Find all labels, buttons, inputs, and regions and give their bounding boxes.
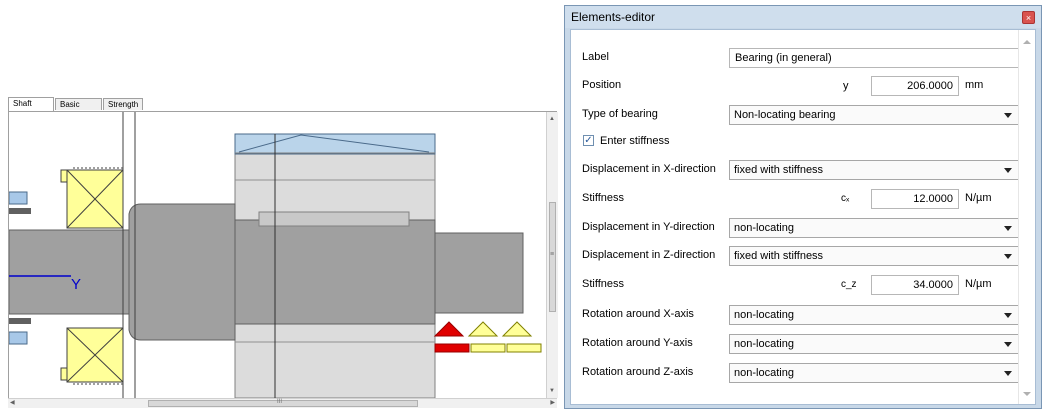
left-stub-dark (9, 208, 31, 214)
stiffness-z-symbol: c_z (841, 279, 857, 290)
disp-x-label: Displacement in X-direction (582, 163, 716, 175)
stiffness-z-row: Stiffness c_z 34.0000 N/µm (571, 273, 1019, 297)
chevron-down-icon (1004, 113, 1012, 118)
shaft-right-section (434, 232, 524, 314)
position-label: Position (582, 79, 622, 91)
rot-y-select[interactable]: non-locating (729, 334, 1019, 354)
shaft-left-section (9, 229, 130, 315)
position-unit: mm (965, 79, 984, 91)
rot-y-label: Rotation around Y-axis (582, 337, 693, 349)
scroll-down-arrow-icon[interactable] (1023, 392, 1031, 396)
rot-y-value: non-locating (734, 338, 794, 350)
disp-z-label: Displacement in Z-direction (582, 249, 716, 261)
stiffness-x-symbol: cₓ (841, 193, 850, 204)
rot-x-select[interactable]: non-locating (729, 305, 1019, 325)
shaft-editor-panel: Shaft editor Basic data Strength (8, 97, 558, 408)
rot-x-label: Rotation around X-axis (582, 308, 694, 320)
rot-z-value: non-locating (734, 367, 794, 379)
keyway (258, 211, 410, 227)
shaft-drawing (9, 112, 542, 398)
shaft-canvas[interactable]: Y (8, 112, 548, 399)
stiffness-z-unit: N/µm (965, 278, 992, 290)
position-row: Position y 206.0000 mm (571, 74, 1019, 98)
disp-z-select[interactable]: fixed with stiffness (729, 246, 1019, 266)
rot-z-label: Rotation around Z-axis (582, 366, 694, 378)
disp-x-value: fixed with stiffness (734, 164, 824, 176)
dialog-body: Label Bearing (in general) Position y 20… (570, 29, 1036, 405)
vertical-scroll-thumb[interactable]: ≡ (549, 202, 556, 312)
label-input[interactable]: Bearing (in general) (729, 48, 1019, 68)
bearing-bottom (60, 327, 124, 385)
scroll-up-arrow-icon[interactable] (1023, 40, 1031, 44)
stiffness-z-label: Stiffness (582, 278, 624, 290)
scroll-down-arrow-icon[interactable]: ▼ (549, 387, 555, 395)
chevron-down-icon (1004, 313, 1012, 318)
scroll-left-arrow-icon[interactable]: ◀ (10, 399, 15, 407)
type-of-bearing-select[interactable]: Non-locating bearing (729, 105, 1019, 125)
disp-y-row: Displacement in Y-direction non-locating (571, 216, 1019, 240)
enter-stiffness-checkbox[interactable]: ✓ (583, 135, 594, 146)
rot-x-value: non-locating (734, 309, 794, 321)
position-symbol: y (843, 80, 849, 92)
hub-top-band (234, 133, 436, 155)
rot-y-row: Rotation around Y-axis non-locating (571, 332, 1019, 356)
scroll-right-arrow-icon[interactable]: ▶ (550, 399, 555, 407)
hscroll-grip-icon: III (277, 399, 283, 405)
chevron-down-icon (1004, 254, 1012, 259)
enter-stiffness-row: ✓ Enter stiffness (571, 130, 1019, 154)
load-triangle-red (433, 321, 465, 337)
position-input[interactable]: 206.0000 (871, 76, 959, 96)
label-row: Label Bearing (in general) (571, 46, 1019, 70)
stiffness-z-input[interactable]: 34.0000 (871, 275, 959, 295)
enter-stiffness-label[interactable]: Enter stiffness (600, 135, 670, 147)
type-of-bearing-label: Type of bearing (582, 108, 658, 120)
disp-x-select[interactable]: fixed with stiffness (729, 160, 1019, 180)
tab-bar: Shaft editor Basic data Strength (8, 97, 557, 121)
stiffness-x-input[interactable]: 12.0000 (871, 189, 959, 209)
tab-basic-data[interactable]: Basic data (55, 98, 102, 121)
chevron-down-icon (1004, 226, 1012, 231)
stiffness-x-unit: N/µm (965, 192, 992, 204)
horizontal-scrollbar[interactable]: ◀ III ▶ (8, 398, 557, 408)
chevron-down-icon (1004, 342, 1012, 347)
stiffness-x-label: Stiffness (582, 192, 624, 204)
elements-editor-dialog: Elements-editor × Label Bearing (in gene… (564, 5, 1042, 409)
close-icon[interactable]: × (1022, 11, 1035, 24)
left-stub-top (9, 191, 28, 205)
disp-y-value: non-locating (734, 222, 794, 234)
shaft-hub-section (234, 219, 436, 325)
disp-z-row: Displacement in Z-direction fixed with s… (571, 244, 1019, 268)
y-axis-label: Y (71, 276, 82, 293)
disp-x-row: Displacement in X-direction fixed with s… (571, 158, 1019, 182)
disp-z-value: fixed with stiffness (734, 250, 824, 262)
type-of-bearing-value: Non-locating bearing (734, 109, 836, 121)
rot-z-row: Rotation around Z-axis non-locating (571, 361, 1019, 385)
vertical-scrollbar[interactable]: ▲ ≡ ▼ (546, 112, 558, 398)
scroll-up-arrow-icon[interactable]: ▲ (549, 115, 555, 123)
stiffness-x-row: Stiffness cₓ 12.0000 N/µm (571, 187, 1019, 211)
label-field-label: Label (582, 51, 609, 63)
tab-shaft-editor[interactable]: Shaft editor (8, 97, 54, 120)
rot-z-select[interactable]: non-locating (729, 363, 1019, 383)
chevron-down-icon (1004, 371, 1012, 376)
rot-x-row: Rotation around X-axis non-locating (571, 303, 1019, 327)
type-of-bearing-row: Type of bearing Non-locating bearing (571, 103, 1019, 127)
chevron-down-icon (1004, 168, 1012, 173)
disp-y-select[interactable]: non-locating (729, 218, 1019, 238)
dialog-titlebar[interactable]: Elements-editor × (565, 6, 1041, 28)
disp-y-label: Displacement in Y-direction (582, 221, 715, 233)
bearing-top (60, 167, 124, 229)
dialog-title: Elements-editor (571, 10, 656, 24)
dialog-scrollbar[interactable] (1018, 30, 1035, 404)
horizontal-scroll-thumb[interactable]: III (148, 399, 418, 407)
tab-strength[interactable]: Strength (103, 98, 143, 110)
scroll-grip-icon: ≡ (550, 251, 555, 258)
